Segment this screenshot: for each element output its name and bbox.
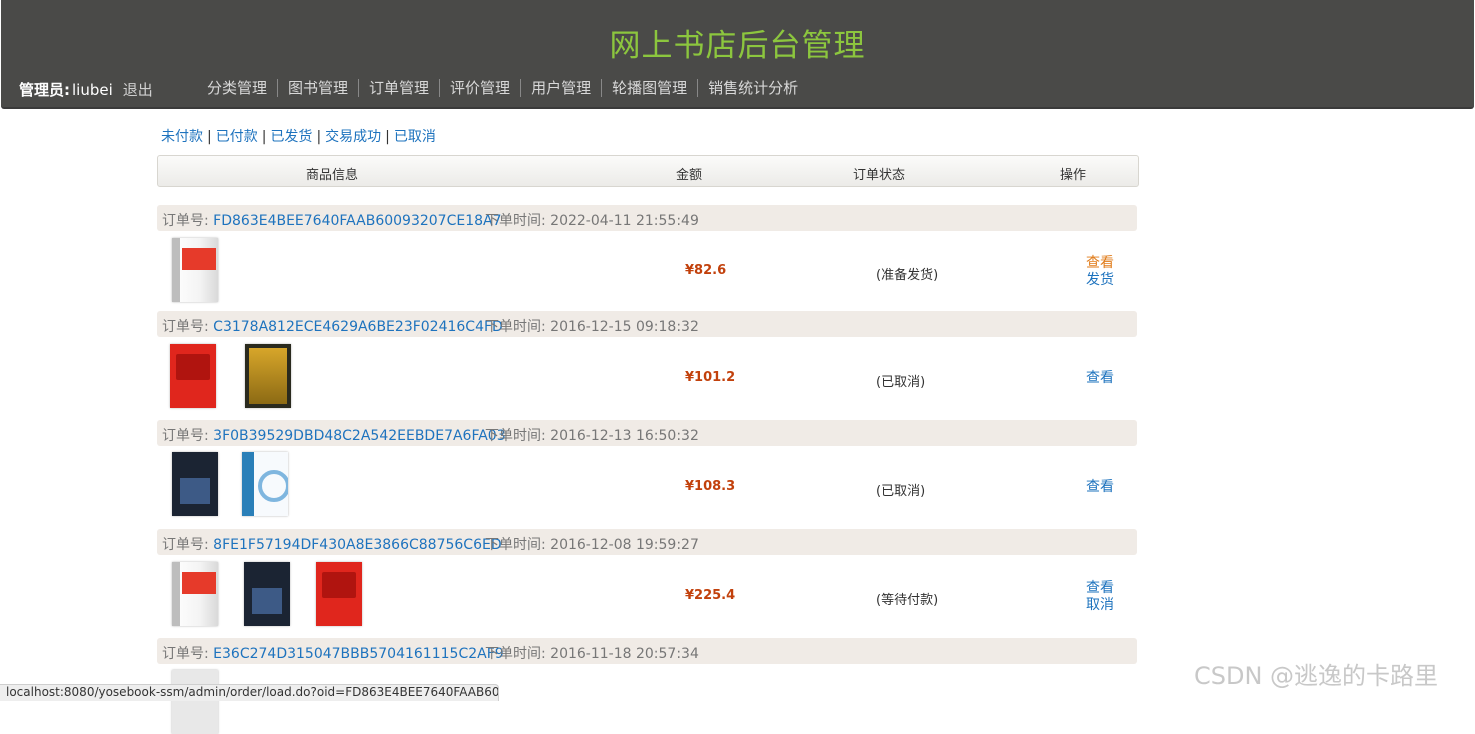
book-cover-thumbnail[interactable] [245, 344, 291, 408]
nav-sales-statistics[interactable]: 销售统计分析 [697, 79, 808, 97]
ship-order-link[interactable]: 发货 [1086, 272, 1114, 289]
nav-review-management[interactable]: 评价管理 [439, 79, 520, 97]
order-time-label: 下单时间: [485, 213, 546, 229]
admin-bar: 管理员: liubei 退出 [19, 79, 153, 100]
nav-order-management[interactable]: 订单管理 [358, 79, 439, 97]
filter-separator: | [316, 129, 322, 145]
order-header-row: 订单号: E36C274D315047BBB5704161115C2AF9 下单… [157, 638, 1137, 664]
order-time-label: 下单时间: [485, 428, 546, 444]
order-header-row: 订单号: C3178A812ECE4629A6BE23F02416C4FD 下单… [157, 311, 1137, 337]
book-cover-thumbnail[interactable] [172, 670, 218, 734]
order-time: 2016-12-15 09:18:32 [550, 319, 699, 335]
order-status: (已取消) [876, 484, 926, 499]
order-time: 2016-12-13 16:50:32 [550, 428, 699, 444]
order-status: (准备发货) [876, 268, 939, 283]
order-status-filter: 未付款 | 已付款 | 已发货 | 交易成功 | 已取消 [161, 126, 436, 146]
order-number-label: 订单号: [162, 646, 209, 662]
order-header-row: 订单号: 8FE1F57194DF430A8E3866C88756C6ED 下单… [157, 529, 1137, 555]
order-number-label: 订单号: [162, 428, 209, 444]
book-cover-thumbnail[interactable] [244, 562, 290, 626]
order-time-label: 下单时间: [485, 537, 546, 553]
order-status: (等待付款) [876, 593, 939, 608]
order-amount: ¥101.2 [685, 370, 736, 385]
logout-link[interactable]: 退出 [123, 81, 153, 99]
cancel-order-link[interactable]: 取消 [1086, 597, 1114, 614]
order-amount: ¥82.6 [685, 263, 727, 278]
order-number[interactable]: C3178A812ECE4629A6BE23F02416C4FD [213, 319, 503, 335]
filter-completed[interactable]: 交易成功 [325, 129, 381, 145]
book-cover-thumbnail[interactable] [242, 452, 288, 516]
filter-unpaid[interactable]: 未付款 [161, 129, 203, 145]
order-header-row: 订单号: FD863E4BEE7640FAAB60093207CE18A7 下单… [157, 205, 1137, 231]
admin-label: 管理员: [19, 81, 70, 99]
view-order-link[interactable]: 查看 [1086, 479, 1114, 496]
order-table-header: 商品信息 金额 订单状态 操作 [157, 155, 1139, 187]
order-number-label: 订单号: [162, 319, 209, 335]
order-number[interactable]: 3F0B39529DBD48C2A542EEBDE7A6FA03 [213, 428, 505, 444]
book-cover-thumbnail[interactable] [172, 452, 218, 516]
order-amount: ¥225.4 [685, 588, 736, 603]
book-cover-thumbnail[interactable] [172, 238, 218, 302]
order-time-label: 下单时间: [485, 646, 546, 662]
browser-status-url: localhost:8080/yosebook-ssm/admin/order/… [0, 684, 499, 701]
filter-shipped[interactable]: 已发货 [270, 129, 312, 145]
order-number-label: 订单号: [162, 213, 209, 229]
nav-carousel-management[interactable]: 轮播图管理 [601, 79, 697, 97]
order-number-label: 订单号: [162, 537, 209, 553]
filter-separator: | [207, 129, 212, 145]
book-cover-thumbnail[interactable] [172, 562, 218, 626]
main-nav: 分类管理 图书管理 订单管理 评价管理 用户管理 轮播图管理 销售统计分析 [197, 79, 808, 97]
column-actions: 操作 [1060, 168, 1087, 183]
filter-cancelled[interactable]: 已取消 [394, 129, 436, 145]
nav-user-management[interactable]: 用户管理 [520, 79, 601, 97]
admin-username: liubei [72, 81, 113, 99]
order-time: 2022-04-11 21:55:49 [550, 213, 699, 229]
filter-separator: | [261, 129, 267, 145]
order-status: (已取消) [876, 375, 926, 390]
order-amount: ¥108.3 [685, 479, 736, 494]
view-order-link[interactable]: 查看 [1086, 580, 1114, 597]
site-title: 网上书店后台管理 [609, 28, 866, 64]
book-cover-thumbnail[interactable] [170, 344, 216, 408]
order-number[interactable]: FD863E4BEE7640FAAB60093207CE18A7 [213, 213, 501, 229]
nav-book-management[interactable]: 图书管理 [277, 79, 358, 97]
book-cover-thumbnail[interactable] [316, 562, 362, 626]
order-header-row: 订单号: 3F0B39529DBD48C2A542EEBDE7A6FA03 下单… [157, 420, 1137, 446]
order-time: 2016-12-08 19:59:27 [550, 537, 699, 553]
order-number[interactable]: 8FE1F57194DF430A8E3866C88756C6ED [213, 537, 501, 553]
filter-separator: | [385, 129, 390, 145]
csdn-watermark: CSDN @逃逸的卡路里 [1194, 662, 1439, 690]
filter-paid[interactable]: 已付款 [216, 129, 258, 145]
admin-header: 网上书店后台管理 管理员: liubei 退出 分类管理 图书管理 订单管理 评价管… [1, 0, 1474, 109]
order-number[interactable]: E36C274D315047BBB5704161115C2AF9 [213, 646, 504, 662]
column-amount: 金额 [676, 168, 703, 183]
view-order-link[interactable]: 查看 [1086, 370, 1114, 387]
order-time: 2016-11-18 20:57:34 [550, 646, 699, 662]
column-order-status: 订单状态 [853, 168, 906, 183]
nav-category-management[interactable]: 分类管理 [197, 79, 277, 97]
column-product-info: 商品信息 [306, 168, 359, 183]
view-order-link[interactable]: 查看 [1086, 255, 1114, 272]
order-time-label: 下单时间: [485, 319, 546, 335]
